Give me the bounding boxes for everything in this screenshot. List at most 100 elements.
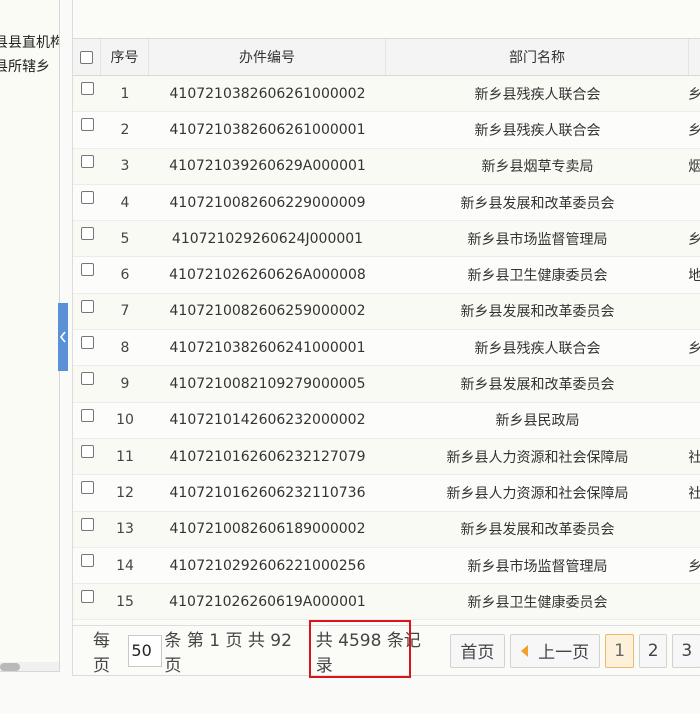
row-code: 4107210382606261000002	[169, 85, 366, 102]
row-dept: 新乡县卫生健康委员会	[467, 594, 608, 611]
row-checkbox[interactable]	[80, 590, 94, 604]
header-no[interactable]: 序号	[101, 39, 149, 75]
row-no: 5	[120, 230, 130, 247]
row-no: 9	[120, 376, 130, 393]
scrollbar-thumb[interactable]	[0, 663, 20, 671]
row-extra: 烟	[689, 159, 700, 176]
row-checkbox[interactable]	[80, 336, 94, 350]
table-body: 1 4107210382606261000002 新乡县残疾人联合会乡 2 410721…	[73, 76, 700, 621]
row-checkbox[interactable]	[80, 227, 94, 241]
row-select-cell	[73, 294, 101, 329]
row-extra: 乡	[689, 340, 700, 357]
row-extra: 乡	[689, 86, 700, 103]
row-no: 1	[120, 85, 130, 102]
page-size-input[interactable]	[128, 634, 163, 667]
row-checkbox[interactable]	[80, 408, 94, 422]
row-dept: 新乡县残疾人联合会	[474, 340, 601, 357]
row-no: 3	[120, 158, 130, 175]
collapse-panel-button[interactable]	[58, 303, 68, 371]
table-row[interactable]: 4 4107210082606229000009 新乡县发展和改革委员会	[73, 184, 700, 222]
row-checkbox[interactable]	[80, 118, 94, 132]
table-row[interactable]: 15 410721026260619A000001 新乡县卫生健康委员会	[73, 584, 700, 621]
table-row[interactable]: 1 4107210382606261000002 新乡县残疾人联合会 乡	[73, 76, 700, 113]
row-code: 4107210082606189000002	[169, 521, 366, 538]
page-button-1[interactable]: 1	[605, 633, 634, 668]
tree-node-county-agencies[interactable]: 县县直机构	[0, 32, 59, 52]
table-row[interactable]: 9 4107210082109279000005 新乡县发展和改革委员会	[73, 366, 700, 403]
table-row[interactable]: 2 4107210382606261000001 新乡县残疾人联合会 乡	[73, 112, 700, 149]
row-select-cell	[73, 221, 101, 256]
select-all-cell	[73, 39, 101, 75]
row-extra: 地	[689, 268, 700, 285]
table-row[interactable]: 3 410721039260629A000001 新乡县烟草专卖局 烟	[73, 148, 700, 185]
row-extra	[689, 512, 700, 547]
first-page-button[interactable]: 首页	[449, 633, 505, 668]
table-row[interactable]: 10 4107210142606232000002 新乡县民政局	[73, 402, 700, 439]
row-dept: 新乡县残疾人联合会	[474, 86, 601, 103]
row-select-cell	[73, 257, 101, 292]
records-table: 序号 办件编号 部门名称 1 4107210382606261000002 新乡县残…	[73, 38, 700, 621]
row-select-cell	[73, 112, 101, 147]
row-code: 4107210162606232110736	[169, 484, 366, 501]
row-no: 8	[120, 339, 130, 356]
prev-page-button[interactable]: 上一页	[509, 633, 601, 668]
row-select-cell	[73, 149, 101, 184]
table-row[interactable]: 11 4107210162606232127079 新乡县人力资源和社会保障局 社	[73, 438, 700, 476]
table-row[interactable]: 13 4107210082606189000002 新乡县发展和改革委员会	[73, 511, 700, 548]
row-code: 4107210382606241000001	[169, 339, 366, 356]
row-code: 410721029260624J000001	[171, 230, 364, 247]
page-button-3[interactable]: 3	[672, 633, 700, 668]
row-checkbox[interactable]	[80, 517, 94, 531]
row-checkbox[interactable]	[80, 481, 94, 495]
table-row[interactable]: 6 410721026260626A000008 新乡县卫生健康委员会 地	[73, 257, 700, 294]
row-dept: 新乡县市场监督管理局	[467, 558, 608, 575]
row-checkbox[interactable]	[80, 553, 94, 567]
row-code: 4107210382606261000001	[169, 121, 366, 138]
row-dept: 新乡县烟草专卖局	[481, 159, 594, 176]
header-dept[interactable]: 部门名称	[386, 39, 689, 75]
tree-horizontal-scrollbar[interactable]	[0, 662, 59, 671]
row-checkbox[interactable]	[80, 154, 94, 168]
row-checkbox[interactable]	[80, 444, 94, 458]
tree-node-county-towns[interactable]: 县所辖乡	[0, 56, 50, 76]
row-dept: 新乡县发展和改革委员会	[460, 195, 615, 212]
row-extra: 乡	[689, 558, 700, 575]
header-code[interactable]: 办件编号	[149, 39, 386, 75]
header-extra	[689, 39, 700, 75]
row-checkbox[interactable]	[80, 263, 94, 277]
row-code: 410721026260619A000001	[169, 593, 366, 610]
row-extra: 社	[689, 449, 700, 466]
row-select-cell	[73, 475, 101, 510]
row-code: 410721039260629A000001	[169, 158, 366, 175]
row-extra: 乡	[689, 122, 700, 139]
row-no: 2	[120, 121, 130, 138]
row-no: 10	[116, 412, 134, 429]
tree-panel: 县县直机构 县所辖乡	[0, 0, 60, 672]
table-row[interactable]: 5 410721029260624J000001 新乡县市场监督管理局 乡	[73, 221, 700, 258]
row-code: 4107210292606221000256	[169, 557, 366, 574]
table-row[interactable]: 7 4107210082606259000002 新乡县发展和改革委员会	[73, 293, 700, 331]
row-select-cell	[73, 403, 101, 438]
row-extra: 社	[689, 485, 700, 502]
row-checkbox[interactable]	[80, 190, 94, 204]
row-no: 6	[120, 267, 130, 284]
row-code: 410721026260626A000008	[169, 267, 366, 284]
row-extra	[689, 185, 700, 220]
row-no: 7	[120, 303, 130, 320]
table-row[interactable]: 12 4107210162606232110736 新乡县人力资源和社会保障局 社	[73, 475, 700, 512]
row-checkbox[interactable]	[80, 82, 94, 95]
table-row[interactable]: 8 4107210382606241000001 新乡县残疾人联合会 乡	[73, 330, 700, 367]
row-select-cell	[73, 330, 101, 365]
row-dept: 新乡县民政局	[495, 413, 580, 430]
row-checkbox[interactable]	[80, 299, 94, 313]
row-extra	[689, 294, 700, 329]
row-code: 4107210142606232000002	[169, 412, 366, 429]
row-extra	[689, 584, 700, 619]
page-button-2[interactable]: 2	[638, 633, 668, 668]
row-no: 14	[116, 557, 134, 574]
table-row[interactable]: 14 4107210292606221000256 新乡县市场监督管理局 乡	[73, 547, 700, 585]
row-code: 4107210082606259000002	[169, 303, 366, 320]
row-select-cell	[73, 584, 101, 619]
row-checkbox[interactable]	[80, 372, 94, 386]
select-all-checkbox[interactable]	[80, 50, 93, 64]
